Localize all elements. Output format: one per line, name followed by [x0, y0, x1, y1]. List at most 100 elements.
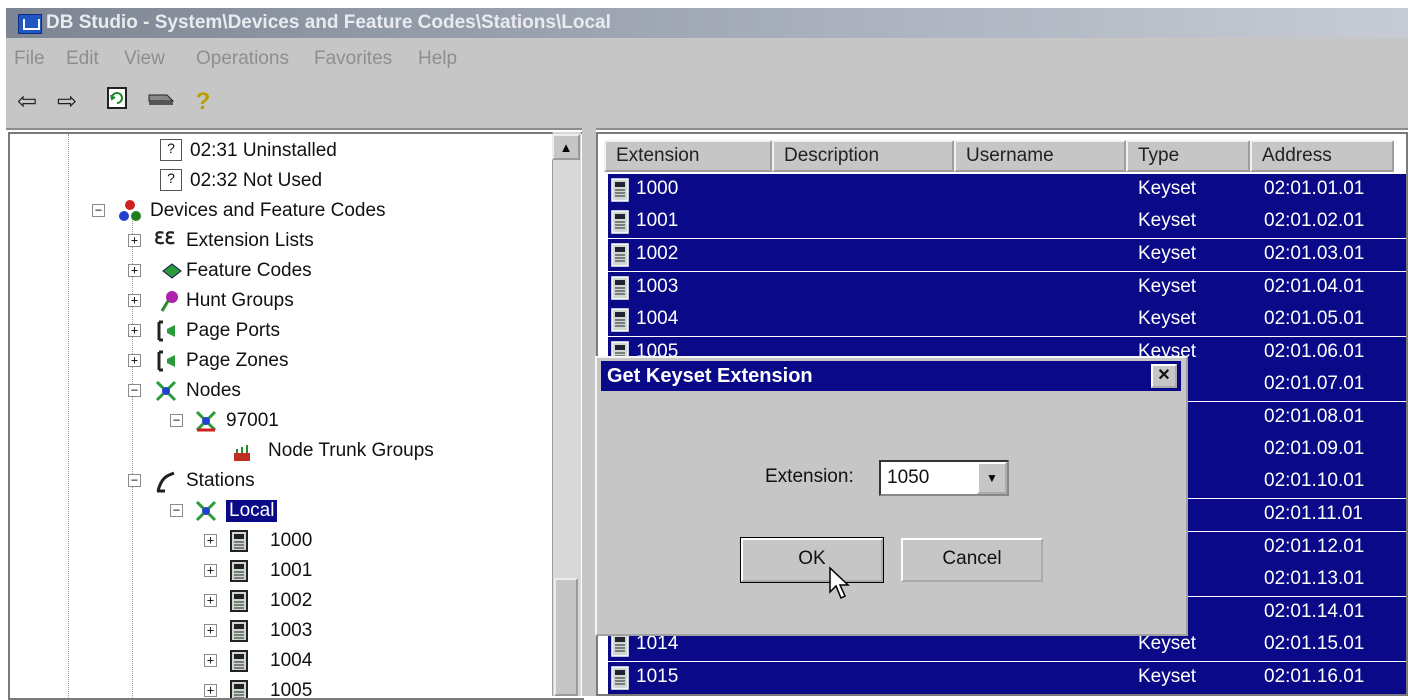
expand-icon[interactable]: + [128, 264, 141, 277]
toggle-icon[interactable] [146, 86, 176, 118]
collapse-icon[interactable]: − [170, 414, 183, 427]
expand-icon[interactable]: + [128, 234, 141, 247]
node-icon [195, 410, 217, 432]
cell-extension: 1002 [636, 243, 679, 264]
cell-address: 02:01.06.01 [1264, 341, 1365, 362]
column-header-description[interactable]: Description [772, 140, 954, 172]
cell-type: Keyset [1138, 308, 1197, 329]
table-row[interactable]: 1002 Keyset 02:01.03.01 [608, 239, 1406, 271]
dialog-title-bar: Get Keyset Extension [601, 361, 1181, 391]
forward-arrow-icon[interactable]: ⇨ [52, 86, 82, 118]
keyset-phone-icon [230, 680, 248, 698]
expand-icon[interactable]: + [204, 594, 217, 607]
column-header-address[interactable]: Address [1250, 140, 1394, 172]
cell-extension: 1003 [636, 276, 679, 297]
page-zones-icon [157, 350, 175, 372]
tree-item-stations[interactable]: − Stations [10, 468, 550, 496]
collapse-icon[interactable]: − [170, 504, 183, 517]
tree-item-nodes[interactable]: − Nodes [10, 378, 550, 406]
expand-icon[interactable]: + [128, 324, 141, 337]
menu-favorites[interactable]: Favorites [314, 48, 392, 70]
cell-address: 02:01.01.01 [1264, 178, 1365, 199]
scroll-up-arrow-icon[interactable]: ▲ [552, 134, 580, 160]
menu-edit[interactable]: Edit [66, 48, 99, 70]
cell-address: 02:01.13.01 [1264, 568, 1365, 589]
cell-address: 02:01.16.01 [1264, 666, 1365, 687]
cell-address: 02:01.07.01 [1264, 373, 1365, 394]
table-row[interactable]: 1004 Keyset 02:01.05.01 [608, 304, 1406, 336]
menu-operations[interactable]: Operations [196, 48, 289, 70]
tree-item-hunt-groups[interactable]: + Hunt Groups [10, 288, 550, 316]
tree-item[interactable]: ? 02:31 Uninstalled [10, 138, 550, 166]
tree-item-node-trunk-groups[interactable]: Node Trunk Groups [10, 438, 550, 466]
expand-icon[interactable]: + [204, 534, 217, 547]
panel-splitter[interactable] [582, 128, 596, 696]
tree-scroll-thumb[interactable] [554, 578, 578, 696]
table-row[interactable]: 1000 Keyset 02:01.01.01 [608, 174, 1406, 206]
keyset-phone-icon [611, 210, 629, 234]
tree-item-page-zones[interactable]: + Page Zones [10, 348, 550, 376]
cell-type: Keyset [1138, 210, 1197, 231]
cell-extension: 1015 [636, 666, 679, 687]
tree-item-station[interactable]: + 1003 [10, 618, 550, 646]
cell-address: 02:01.09.01 [1264, 438, 1365, 459]
expand-icon[interactable]: + [204, 624, 217, 637]
trunk-groups-icon [234, 445, 250, 461]
table-row[interactable]: 1015 Keyset 02:01.16.01 [608, 662, 1406, 694]
page-ports-icon [157, 320, 175, 342]
tree-item-station[interactable]: + 1004 [10, 648, 550, 676]
hunt-groups-icon [160, 291, 178, 312]
tree-item-local[interactable]: − Local [10, 498, 550, 526]
dialog-title: Get Keyset Extension [607, 365, 813, 387]
extension-lists-icon: ℇℇ [154, 229, 175, 248]
cell-address: 02:01.04.01 [1264, 276, 1365, 297]
keyset-phone-icon [611, 178, 629, 202]
expand-icon[interactable]: + [204, 564, 217, 577]
menu-file[interactable]: File [14, 48, 45, 70]
help-icon[interactable]: ? [188, 86, 218, 118]
toolbar: ⇦ ⇨ ? [6, 78, 1408, 130]
tree-item-node-97001[interactable]: − 97001 [10, 408, 550, 436]
expand-icon[interactable]: + [128, 294, 141, 307]
cancel-button[interactable]: Cancel [901, 538, 1043, 582]
back-arrow-icon[interactable]: ⇦ [12, 86, 42, 118]
tree-item[interactable]: ? 02:32 Not Used [10, 168, 550, 196]
extension-combobox[interactable]: 1050 ▼ [879, 460, 1009, 496]
tree-item-feature-codes[interactable]: + Feature Codes [10, 258, 550, 286]
get-keyset-extension-dialog: Get Keyset Extension ✕ Extension: 1050 ▼… [595, 356, 1188, 636]
table-row[interactable]: 1001 Keyset 02:01.02.01 [608, 206, 1406, 238]
column-header-username[interactable]: Username [954, 140, 1126, 172]
tree-item-page-ports[interactable]: + Page Ports [10, 318, 550, 346]
tree-item-devices[interactable]: − Devices and Feature Codes [10, 198, 550, 226]
collapse-icon[interactable]: − [128, 474, 141, 487]
ok-button[interactable]: OK [740, 537, 884, 583]
tree-item-extension-lists[interactable]: + ℇℇ Extension Lists [10, 228, 550, 256]
mouse-pointer-icon [829, 566, 850, 600]
collapse-icon[interactable]: − [128, 384, 141, 397]
expand-icon[interactable]: + [128, 354, 141, 367]
column-header-extension[interactable]: Extension [604, 140, 772, 172]
table-row[interactable]: 1003 Keyset 02:01.04.01 [608, 272, 1406, 304]
refresh-icon[interactable] [102, 86, 132, 118]
cell-extension: 1014 [636, 633, 679, 654]
expand-icon[interactable]: + [204, 684, 217, 697]
keyset-phone-icon [230, 650, 248, 672]
tree-item-station[interactable]: + 1005 [10, 678, 550, 698]
close-icon[interactable]: ✕ [1151, 364, 1177, 388]
menu-view[interactable]: View [124, 48, 165, 70]
cell-type: Keyset [1138, 666, 1197, 687]
expand-icon[interactable]: + [204, 654, 217, 667]
keyset-phone-icon [611, 666, 629, 690]
extension-value[interactable]: 1050 [887, 467, 929, 489]
app-icon [18, 14, 42, 34]
tree-panel: ? 02:31 Uninstalled ? 02:32 Not Used − D… [8, 132, 584, 700]
collapse-icon[interactable]: − [92, 204, 105, 217]
tree-item-station[interactable]: + 1001 [10, 558, 550, 586]
column-header-type[interactable]: Type [1126, 140, 1250, 172]
window-title: DB Studio - System\Devices and Feature C… [46, 12, 611, 33]
chevron-down-icon[interactable]: ▼ [977, 462, 1007, 494]
cell-address: 02:01.08.01 [1264, 406, 1365, 427]
tree-item-station[interactable]: + 1000 [10, 528, 550, 556]
menu-help[interactable]: Help [418, 48, 457, 70]
tree-item-station[interactable]: + 1002 [10, 588, 550, 616]
